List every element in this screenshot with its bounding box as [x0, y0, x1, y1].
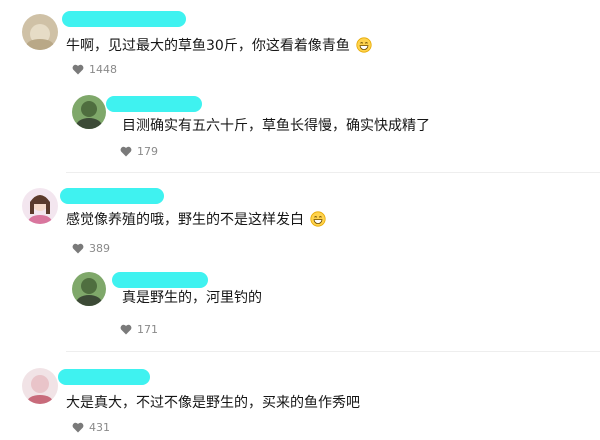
reply-text: 真是野生的，河里钓的	[122, 290, 262, 306]
heart-icon	[120, 146, 132, 157]
redacted-username[interactable]	[112, 272, 208, 288]
heart-icon	[72, 422, 84, 433]
avatar[interactable]	[22, 188, 58, 224]
like-button[interactable]: 389	[72, 242, 110, 255]
reply-text: 目测确实有五六十斤，草鱼长得慢，确实快成精了	[122, 118, 430, 134]
heart-icon	[72, 64, 84, 75]
like-button[interactable]: 171	[120, 323, 158, 336]
like-count: 1448	[89, 63, 117, 76]
grin-emoji-icon	[356, 37, 372, 58]
divider	[66, 172, 600, 173]
like-count: 389	[89, 242, 110, 255]
like-count: 431	[89, 421, 110, 434]
avatar[interactable]	[22, 368, 58, 404]
redacted-username[interactable]	[62, 11, 186, 27]
comment-text: 感觉像养殖的哦，野生的不是这样发白	[66, 211, 326, 232]
like-count: 171	[137, 323, 158, 336]
comment-text: 大是真大，不过不像是野生的，买来的鱼作秀吧	[66, 395, 360, 411]
redacted-username[interactable]	[58, 369, 150, 385]
divider	[66, 351, 600, 352]
avatar[interactable]	[22, 14, 58, 50]
heart-icon	[120, 324, 132, 335]
redacted-username[interactable]	[60, 188, 164, 204]
avatar[interactable]	[72, 272, 106, 306]
avatar[interactable]	[72, 95, 106, 129]
comment-text-content: 感觉像养殖的哦，野生的不是这样发白	[66, 212, 304, 228]
grin-emoji-icon	[310, 211, 326, 232]
heart-icon	[72, 243, 84, 254]
like-button[interactable]: 1448	[72, 63, 117, 76]
like-button[interactable]: 179	[120, 145, 158, 158]
comment-text-content: 牛啊，见过最大的草鱼30斤，你这看着像青鱼	[66, 38, 350, 54]
redacted-username[interactable]	[106, 96, 202, 112]
like-count: 179	[137, 145, 158, 158]
like-button[interactable]: 431	[72, 421, 110, 434]
comment-text: 牛啊，见过最大的草鱼30斤，你这看着像青鱼	[66, 37, 372, 58]
